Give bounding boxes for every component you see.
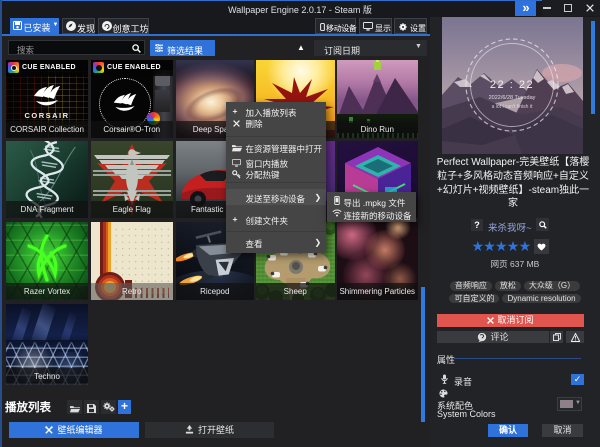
svg-text:a lot l can't finish it: a lot l can't finish it [492,104,533,110]
svg-text:22 : 22: 22 : 22 [490,79,534,91]
svg-text:2022/6/28 Tuesday: 2022/6/28 Tuesday [489,95,536,101]
